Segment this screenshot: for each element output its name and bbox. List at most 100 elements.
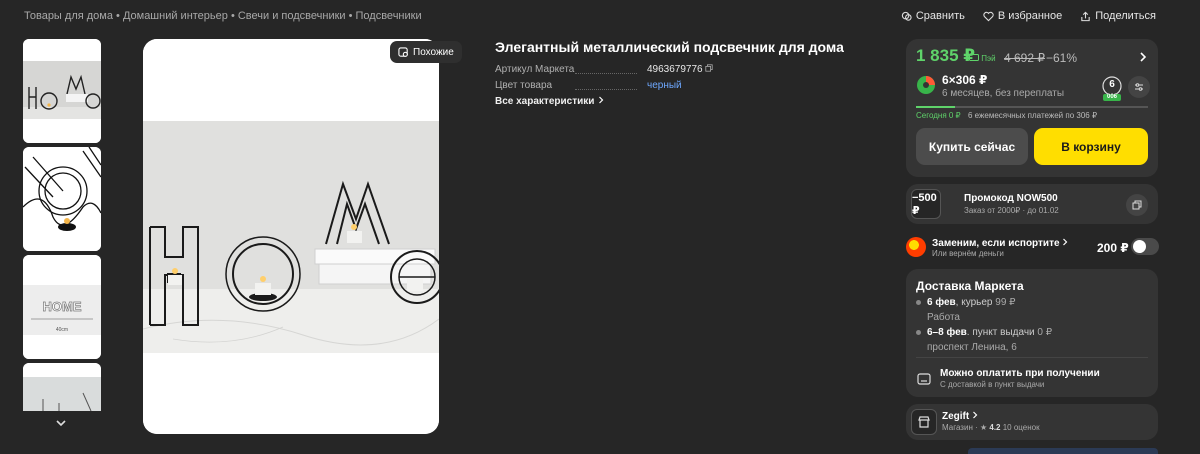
chevron-right-icon[interactable]: [1138, 51, 1148, 63]
pickup-address: проспект Ленина, 6: [927, 342, 1017, 353]
pickup-date: 6–8 фев: [927, 327, 967, 338]
pickup-price: 0 ₽: [1034, 327, 1053, 338]
cash-payment-title: Можно оплатить при получении: [940, 368, 1100, 379]
insurance-logo-icon: [906, 237, 926, 257]
add-to-cart-button[interactable]: В корзину: [1034, 128, 1148, 165]
divider: [916, 357, 1148, 358]
split-today: Сегодня 0 ₽: [916, 111, 961, 120]
current-price: 1 835 ₽: [916, 46, 976, 65]
thumbnail-3[interactable]: HOME 40cm: [23, 255, 101, 359]
split-settings-button[interactable]: [1128, 76, 1150, 98]
star-icon: ★: [979, 423, 988, 432]
shop-info: Магазин · ★ 4.2 10 оценок: [942, 423, 1040, 432]
bullet-icon: [916, 299, 921, 305]
insurance-subtitle: Или вернём деньги: [932, 249, 1004, 258]
bullet-icon: [916, 329, 921, 335]
top-actions: Сравнить В избранное Поделиться: [901, 10, 1156, 22]
buy-now-button[interactable]: Купить сейчас: [916, 128, 1028, 165]
insurance-title-text: Заменим, если испортите: [932, 238, 1060, 249]
spec-color-label: Цвет товара: [495, 80, 553, 91]
similar-label: Похожие: [413, 46, 454, 58]
delivery-option-pickup[interactable]: 6–8 фев. пункт выдачи 0 ₽: [916, 327, 1052, 338]
toggle-knob: [1133, 240, 1146, 253]
split-progress-fill: [916, 106, 956, 108]
breadcrumb-item-home-goods[interactable]: Товары для дома: [24, 10, 113, 22]
promo-subtitle: Заказ от 2000₽ · до 01.02: [964, 206, 1059, 215]
thumbnail-image-home-letters: [23, 39, 101, 143]
split-logo-icon: [917, 76, 935, 94]
card-icon: [969, 54, 979, 61]
product-photo: [143, 39, 439, 434]
all-specs-label: Все характеристики: [495, 96, 595, 107]
share-label: Поделиться: [1095, 10, 1156, 22]
courier-date: 6 фев: [927, 297, 956, 308]
breadcrumb-item-candlesticks[interactable]: Подсвечники: [356, 10, 422, 22]
favorite-label: В избранное: [997, 10, 1063, 22]
all-specs-link[interactable]: Все характеристики: [495, 96, 605, 107]
delivery-card: Доставка Маркета 6 фев, курьер 99 ₽ Рабо…: [906, 269, 1158, 397]
breadcrumb: Товары для дома • Домашний интерьер • Св…: [24, 10, 422, 22]
shop-logo: [911, 409, 937, 435]
copy-icon[interactable]: [705, 64, 714, 72]
delivery-option-courier[interactable]: 6 фев, курьер 99 ₽: [916, 297, 1016, 308]
split-amount: 6×306 ₽: [942, 73, 988, 87]
insurance-title[interactable]: Заменим, если испортите: [932, 238, 1068, 249]
promo-discount: −500 ₽: [911, 189, 941, 219]
article-number: 4963679776: [647, 64, 703, 75]
favorite-button[interactable]: В избранное: [983, 10, 1062, 22]
delivery-title: Доставка Маркета: [916, 279, 1024, 293]
chevron-down-icon[interactable]: [54, 416, 68, 430]
spec-article-value[interactable]: 4963679776: [647, 64, 714, 75]
breadcrumb-separator: •: [345, 10, 356, 22]
breadcrumb-item-interior[interactable]: Домашний интерьер: [123, 10, 228, 22]
split-payments: 6 ежемесячных платежей по 306 ₽: [968, 111, 1098, 120]
chevron-right-icon: [1063, 238, 1068, 246]
share-icon: [1081, 11, 1090, 21]
thumbnail-size-caption: 40cm: [56, 327, 68, 333]
chevron-right-icon: [599, 96, 604, 104]
spec-color-value[interactable]: черный: [647, 80, 682, 91]
spec-dots: [575, 73, 637, 74]
courier-address: Работа: [927, 312, 960, 323]
product-title: Элегантный металлический подсвечник для …: [495, 39, 844, 55]
thumbnail-4[interactable]: [23, 363, 101, 411]
share-button[interactable]: Поделиться: [1080, 10, 1156, 22]
compare-icon: [901, 11, 912, 21]
main-product-image[interactable]: [143, 39, 439, 434]
thumbnail-1[interactable]: [23, 39, 101, 143]
thumbnail-image-closeup: [23, 147, 101, 251]
copy-promo-button[interactable]: [1126, 194, 1148, 216]
sliders-icon: [1135, 83, 1143, 91]
insurance-toggle[interactable]: [1131, 238, 1159, 255]
copy-icon: [1132, 200, 1142, 210]
courier-price: 99 ₽: [992, 297, 1016, 308]
breadcrumb-separator: •: [227, 10, 238, 22]
thumbnail-2[interactable]: [23, 147, 101, 251]
shop-card[interactable]: Zegift Магазин · ★ 4.2 10 оценок: [906, 404, 1158, 440]
pay-badge-label: Пэй: [981, 54, 996, 63]
spec-color: Цвет товара черный: [495, 80, 725, 94]
breadcrumb-separator: •: [112, 10, 123, 22]
months-count: 6: [1109, 79, 1115, 90]
insurance-price: 200 ₽: [1097, 241, 1129, 255]
shop-name[interactable]: Zegift: [942, 411, 978, 422]
image-search-icon: [398, 46, 408, 57]
cash-payment-icon: [917, 373, 931, 385]
compare-label: Сравнить: [915, 10, 965, 22]
compare-button[interactable]: Сравнить: [901, 10, 965, 22]
breadcrumb-item-candles[interactable]: Свечи и подсвечники: [238, 10, 346, 22]
spec-article-label: Артикул Маркета: [495, 64, 575, 75]
thumbnail-image-size: HOME 40cm: [23, 255, 101, 359]
spec-dots: [575, 89, 637, 90]
courier-label: , курьер: [955, 297, 993, 308]
pickup-label: . пункт выдачи: [966, 327, 1035, 338]
similar-button[interactable]: Похожие: [390, 41, 462, 63]
spec-article: Артикул Маркета 4963679776: [495, 64, 725, 78]
pay-badge: Пэй: [969, 54, 996, 63]
shop-reviews: 10 оценок: [1002, 423, 1040, 432]
promo-card[interactable]: −500 ₽ Промокод NOW500 Заказ от 2000₽ · …: [906, 184, 1158, 224]
thumbnail-home-text: HOME: [43, 299, 82, 314]
cash-payment-subtitle: С доставкой в пункт выдачи: [940, 380, 1045, 389]
chevron-right-icon: [973, 411, 978, 419]
shop-name-text: Zegift: [942, 411, 970, 422]
